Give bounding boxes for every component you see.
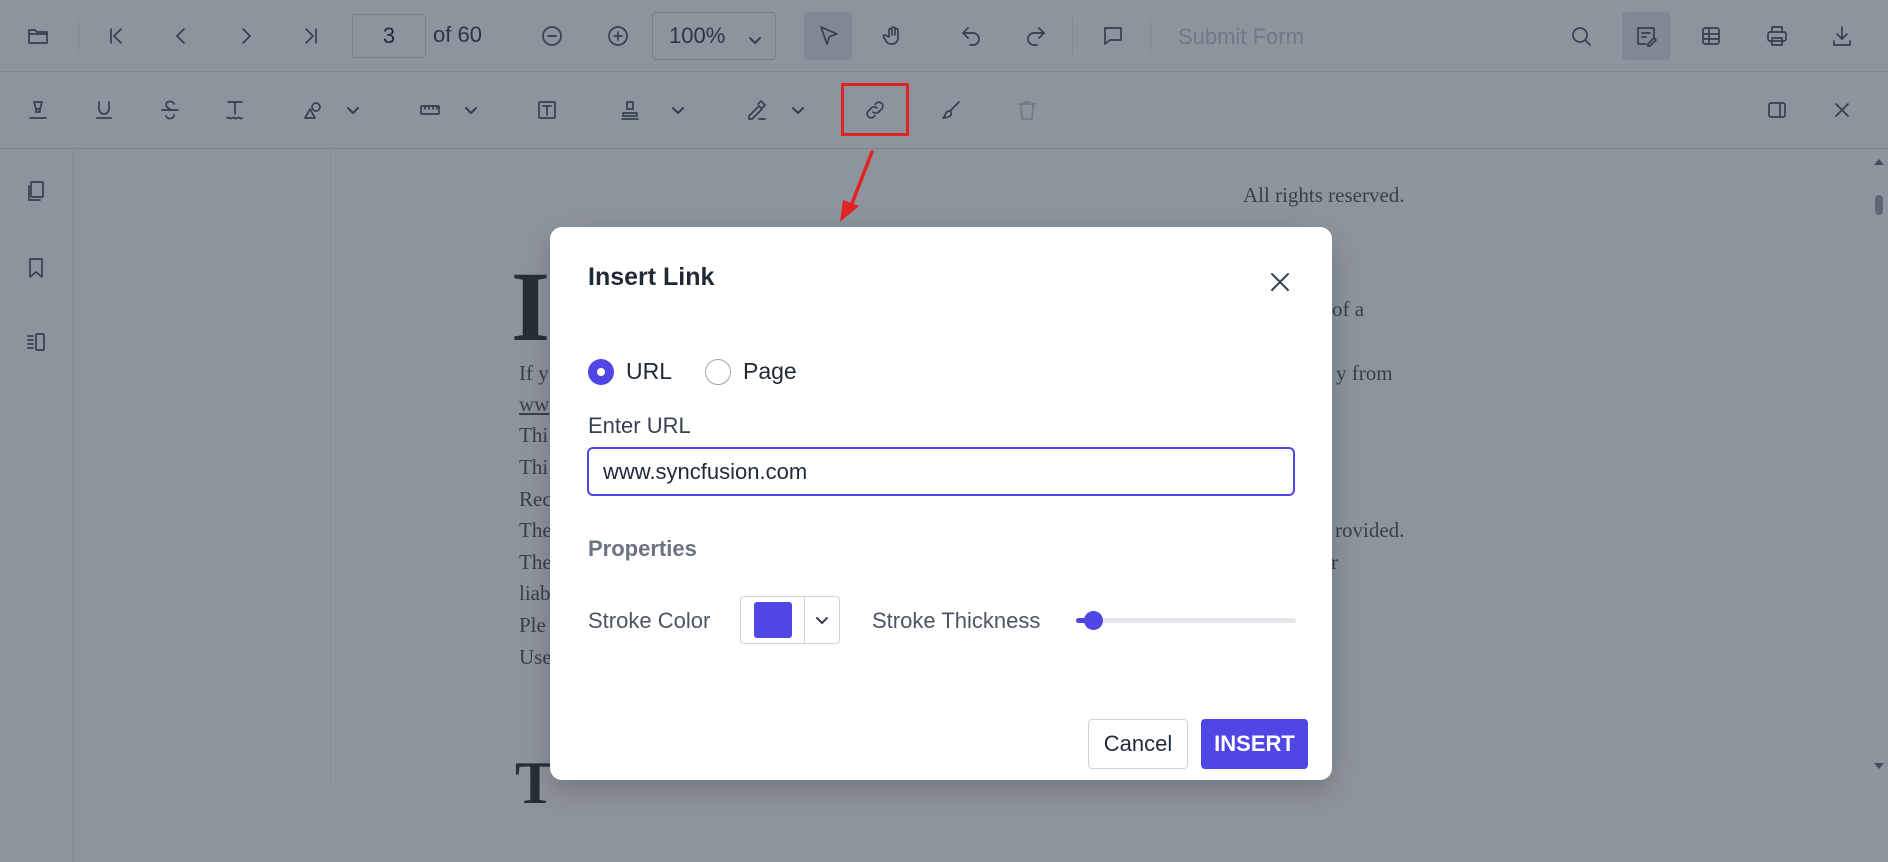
pointer-arrow — [840, 150, 874, 222]
chevron-down-icon[interactable] — [805, 597, 839, 643]
page-radio-label: Page — [743, 358, 797, 384]
radio-selected-icon[interactable] — [588, 358, 614, 385]
enter-url-label: Enter URL — [588, 413, 691, 438]
insert-button[interactable]: INSERT — [1201, 719, 1308, 769]
link-tool-highlight — [841, 83, 909, 136]
slider-thumb[interactable] — [1084, 611, 1104, 630]
cancel-button[interactable]: Cancel — [1088, 719, 1188, 769]
page-radio[interactable]: Page — [705, 358, 797, 385]
color-swatch — [753, 602, 792, 638]
properties-heading: Properties — [588, 536, 697, 561]
insert-link-dialog: Insert Link URL Page Enter URL Propertie… — [550, 227, 1332, 780]
close-icon[interactable] — [1265, 267, 1295, 297]
url-input[interactable] — [587, 447, 1295, 496]
stroke-thickness-slider[interactable] — [1076, 608, 1296, 632]
dialog-title: Insert Link — [588, 263, 715, 291]
color-swatch-button[interactable] — [741, 597, 805, 643]
slider-track[interactable] — [1076, 618, 1296, 623]
url-radio[interactable]: URL — [588, 358, 672, 385]
url-radio-label: URL — [626, 358, 673, 384]
stroke-color-picker[interactable] — [740, 596, 840, 644]
radio-unselected-icon[interactable] — [705, 358, 731, 385]
stroke-thickness-label: Stroke Thickness — [872, 608, 1041, 633]
stroke-color-label: Stroke Color — [588, 608, 711, 633]
